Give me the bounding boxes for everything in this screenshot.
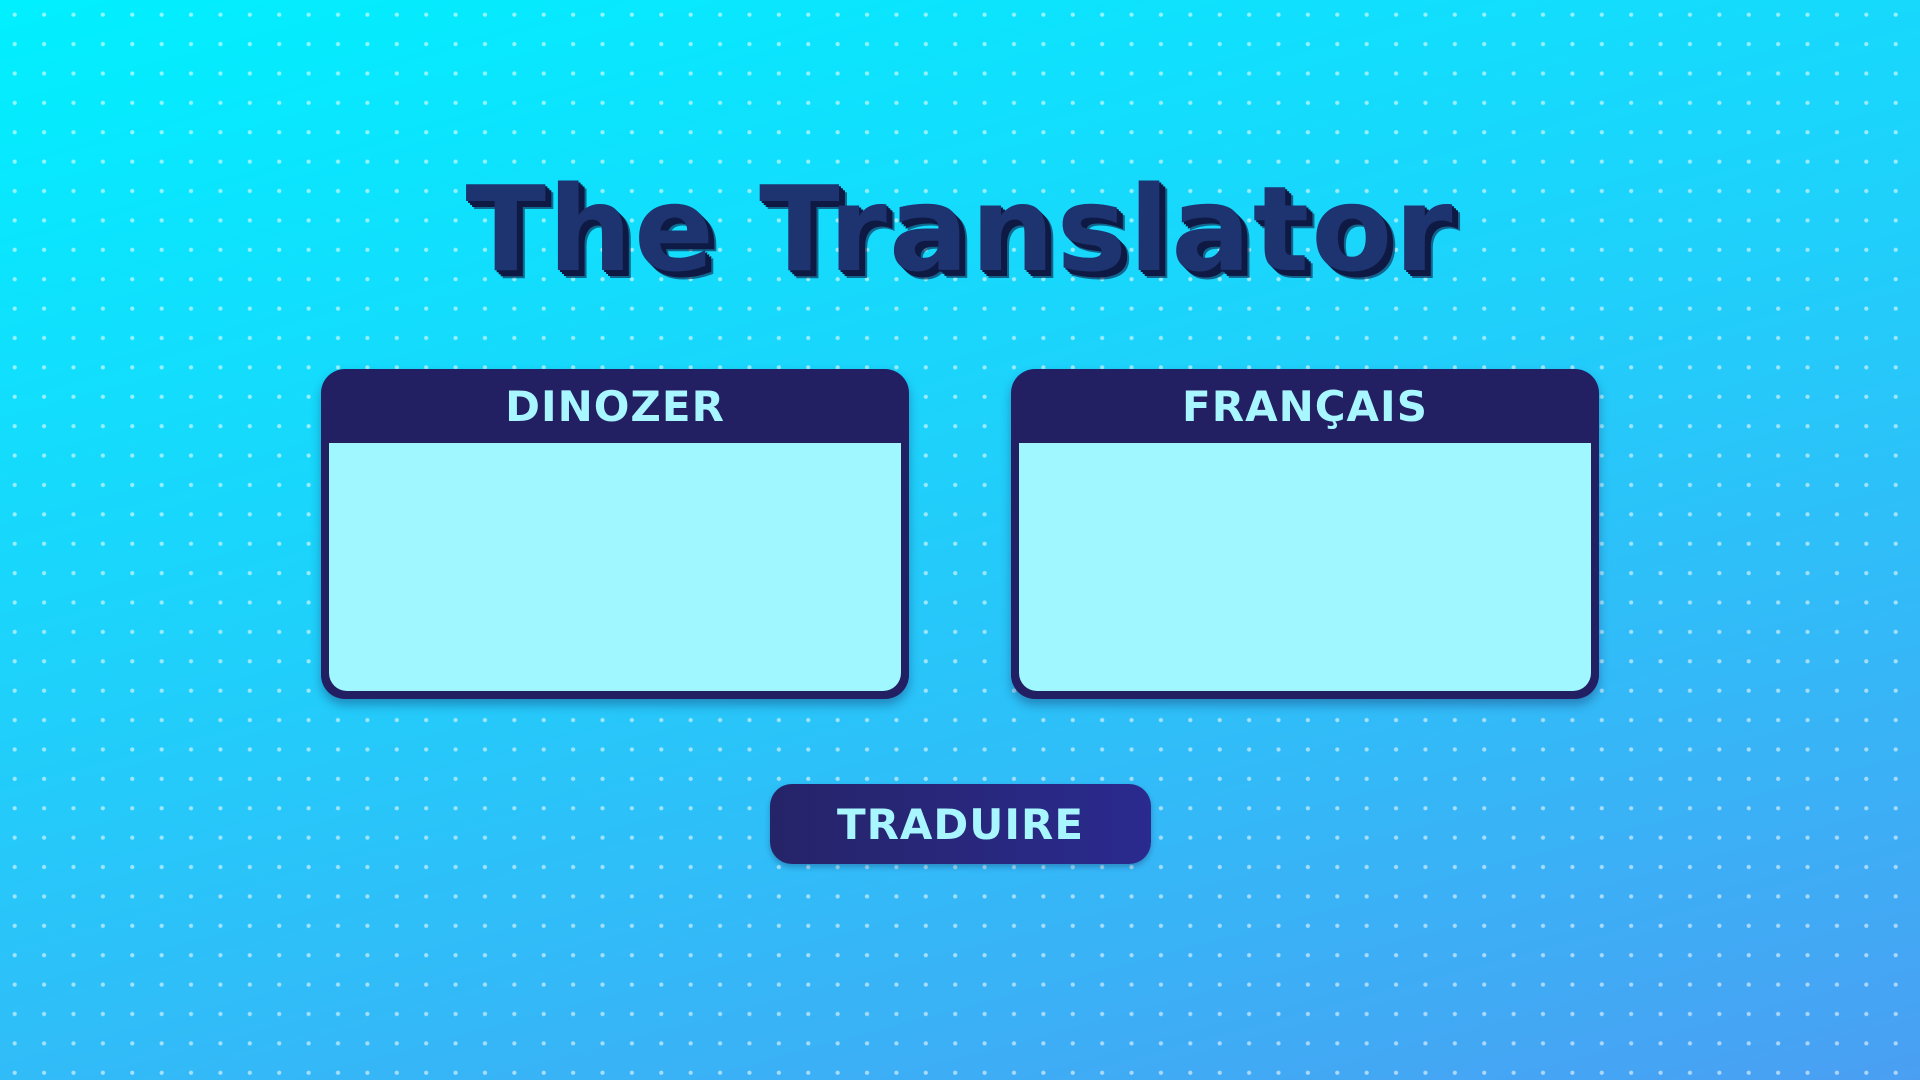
target-text-output[interactable]	[1019, 443, 1591, 691]
translate-button[interactable]: TRADUIRE	[770, 784, 1151, 864]
page-title: The Translator	[465, 160, 1455, 298]
target-panel-label: FRANÇAIS	[1182, 381, 1428, 431]
target-panel: FRANÇAIS	[1011, 369, 1599, 699]
source-text-input[interactable]	[329, 443, 901, 691]
source-panel: DINOZER	[321, 369, 909, 699]
source-panel-label: DINOZER	[505, 381, 725, 431]
